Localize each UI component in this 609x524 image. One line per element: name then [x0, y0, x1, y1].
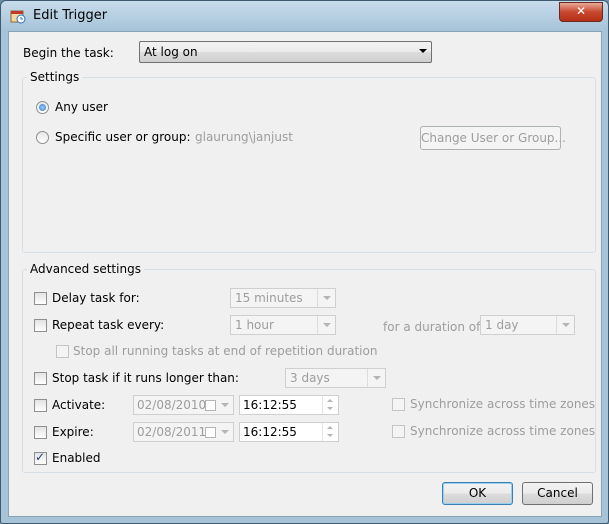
activate-sync-label: Synchronize across time zones	[410, 397, 596, 411]
close-button[interactable]: ✕	[559, 2, 603, 22]
repeat-label: Repeat task every:	[52, 318, 165, 332]
chevron-down-icon	[217, 423, 233, 441]
expire-date-value: 02/08/2011	[137, 425, 207, 439]
activate-date-picker[interactable]: 02/08/2010	[133, 395, 234, 415]
enabled-checkbox[interactable]	[34, 450, 47, 465]
chevron-down-icon	[414, 42, 431, 60]
repeat-dropdown[interactable]: 1 hour	[230, 315, 336, 335]
delay-label: Delay task for:	[52, 291, 140, 305]
chevron-down-icon	[367, 369, 385, 387]
begin-task-value: At log on	[144, 45, 198, 59]
settings-group	[22, 77, 596, 253]
duration-value: 1 day	[485, 318, 519, 332]
expire-time-value: 16:12:55	[243, 425, 297, 439]
activate-sync-checkbox[interactable]	[392, 398, 405, 411]
change-user-button[interactable]: Change User or Group...	[420, 126, 566, 150]
activate-time-spinner[interactable]: 16:12:55	[239, 395, 339, 415]
activate-time-value: 16:12:55	[243, 398, 297, 412]
any-user-label: Any user	[55, 100, 108, 114]
stop-longer-label: Stop task if it runs longer than:	[52, 371, 239, 385]
window-title: Edit Trigger	[33, 8, 108, 23]
stop-longer-dropdown[interactable]: 3 days	[285, 368, 386, 388]
task-scheduler-icon	[10, 10, 26, 24]
close-icon: ✕	[575, 4, 587, 18]
advanced-settings-title: Advanced settings	[27, 262, 144, 276]
duration-label: for a duration of:	[383, 320, 484, 334]
delay-checkbox[interactable]	[34, 292, 47, 305]
activate-checkbox[interactable]	[34, 399, 47, 412]
expire-sync-label: Synchronize across time zones	[410, 424, 596, 438]
any-user-radio[interactable]	[36, 101, 49, 114]
cancel-button[interactable]: Cancel	[522, 482, 593, 505]
specific-user-label: Specific user or group:	[55, 130, 191, 144]
expire-date-picker[interactable]: 02/08/2011	[133, 422, 234, 442]
spin-arrows-icon	[322, 396, 338, 414]
ok-button[interactable]: OK	[442, 482, 513, 505]
user-value: glaurung\janjust	[195, 130, 293, 144]
duration-dropdown[interactable]: 1 day	[480, 315, 575, 335]
edit-trigger-window: Edit Trigger ✕ Begin the task: At log on…	[0, 0, 609, 524]
expire-time-spinner[interactable]: 16:12:55	[239, 422, 339, 442]
repeat-checkbox[interactable]	[34, 319, 47, 332]
title-bar[interactable]: Edit Trigger ✕	[1, 1, 608, 31]
calendar-icon	[205, 400, 216, 411]
dialog-body: Begin the task: At log on Settings Any u…	[8, 31, 602, 517]
begin-task-dropdown[interactable]: At log on	[139, 41, 432, 63]
chevron-down-icon	[217, 396, 233, 414]
enabled-label: Enabled	[52, 451, 101, 465]
repeat-value: 1 hour	[235, 318, 274, 332]
stop-running-checkbox[interactable]	[56, 345, 69, 358]
delay-value: 15 minutes	[235, 291, 303, 305]
begin-task-label: Begin the task:	[23, 46, 114, 60]
stop-running-label: Stop all running tasks at end of repetit…	[73, 344, 378, 358]
calendar-icon	[205, 427, 216, 438]
activate-label: Activate:	[52, 398, 106, 412]
expire-checkbox[interactable]	[34, 426, 47, 439]
chevron-down-icon	[556, 316, 574, 334]
stop-longer-value: 3 days	[290, 371, 330, 385]
activate-date-value: 02/08/2010	[137, 398, 207, 412]
delay-dropdown[interactable]: 15 minutes	[230, 288, 336, 308]
chevron-down-icon	[317, 289, 335, 307]
settings-group-title: Settings	[27, 70, 83, 84]
spin-arrows-icon	[322, 423, 338, 441]
expire-label: Expire:	[52, 425, 94, 439]
stop-longer-checkbox[interactable]	[34, 372, 47, 385]
chevron-down-icon	[317, 316, 335, 334]
expire-sync-checkbox[interactable]	[392, 425, 405, 438]
specific-user-radio[interactable]	[36, 131, 49, 144]
